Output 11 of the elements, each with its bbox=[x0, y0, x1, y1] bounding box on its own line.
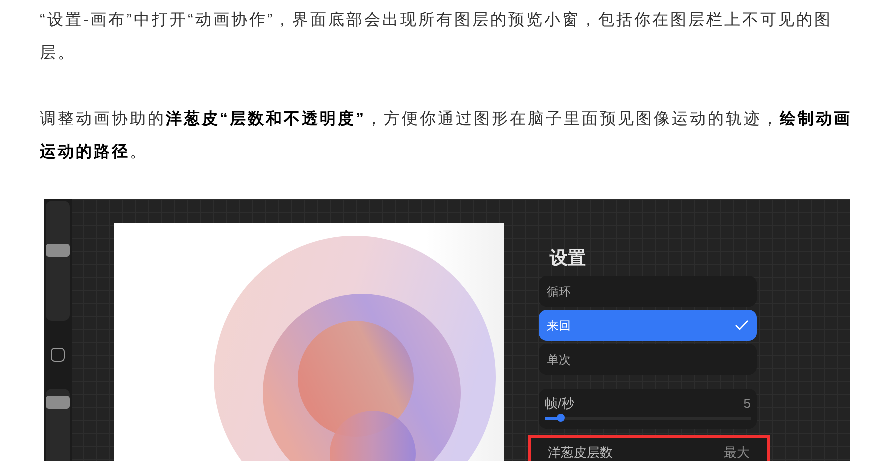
paragraph: 调整动画协助的洋葱皮“层数和不透明度”，方便你通过图形在脑子里面预见图像运动的轨迹，绘制动画运动的路径。 bbox=[40, 109, 853, 163]
frame-rate-value: 5 bbox=[744, 395, 751, 413]
paragraph: “设置-画布”中打开“动画协作”，界面底部会出现所有图层的预览小窗，包括你在图层栏上不可见的图层。 bbox=[40, 10, 834, 64]
onion-skin-row[interactable]: 洋葱皮层数 最大 bbox=[528, 435, 770, 461]
panel-title: 设置 bbox=[550, 247, 587, 270]
onion-skin-value: 最大 bbox=[724, 444, 750, 461]
option-item[interactable]: 来回 bbox=[539, 310, 757, 341]
option-item[interactable]: 循环 bbox=[539, 276, 757, 307]
option-item[interactable]: 单次 bbox=[539, 344, 757, 375]
onion-skin-label: 洋葱皮层数 bbox=[548, 444, 613, 461]
frame-rate-label: 帧/秒 bbox=[545, 395, 575, 413]
